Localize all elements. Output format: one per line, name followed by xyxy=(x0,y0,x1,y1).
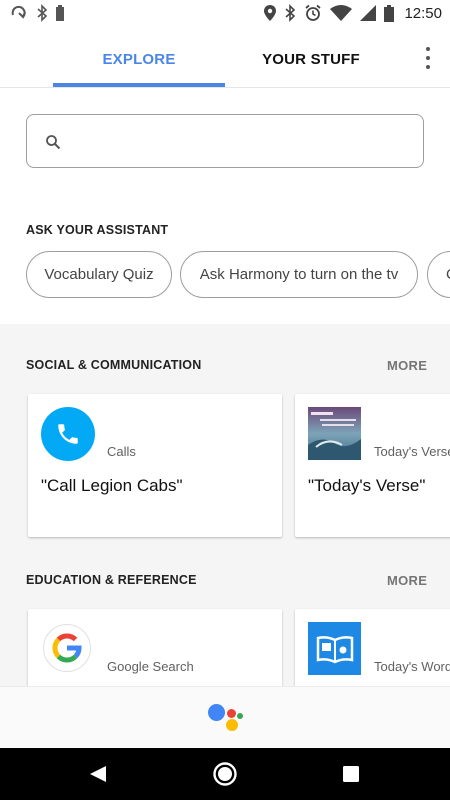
bluetooth-icon xyxy=(37,4,48,22)
card-title: "Today's Verse" xyxy=(308,476,426,495)
status-right-icons: 12:50 xyxy=(264,4,442,22)
card-title: "Call Legion Cabs" xyxy=(41,476,183,495)
wifi-icon xyxy=(330,5,353,21)
assistant-logo-icon[interactable] xyxy=(206,701,246,735)
active-tab-indicator xyxy=(53,83,225,87)
battery-icon xyxy=(384,4,395,22)
search-box[interactable] xyxy=(26,114,424,168)
recents-icon[interactable] xyxy=(343,766,359,782)
search-icon xyxy=(46,135,61,150)
more-education-link[interactable]: MORE xyxy=(387,573,427,588)
card-category: Calls xyxy=(107,444,136,459)
alarm-icon xyxy=(305,4,322,21)
location-icon xyxy=(264,5,277,21)
tab-explore[interactable]: EXPLORE xyxy=(53,30,225,88)
bluetooth-icon xyxy=(285,4,296,22)
chip-partial[interactable]: C xyxy=(427,251,450,298)
assistant-dot-green xyxy=(237,713,243,719)
status-bar: 12:50 xyxy=(0,0,450,30)
card-todays-verse[interactable]: Today's Verse "Today's Verse" xyxy=(295,394,450,537)
chip-vocabulary-quiz[interactable]: Vocabulary Quiz xyxy=(26,251,172,298)
explore-screen: 12:50 EXPLORE YOUR STUFF ASK YOUR ASSIST… xyxy=(0,0,450,800)
card-category: Today's Word xyxy=(374,659,450,674)
section-title-social: SOCIAL & COMMUNICATION xyxy=(26,358,202,372)
chip-ask-harmony[interactable]: Ask Harmony to turn on the tv xyxy=(180,251,418,298)
sync-icon xyxy=(11,5,26,19)
phone-icon xyxy=(41,407,95,461)
assistant-dot-yellow xyxy=(226,719,238,731)
google-logo-icon xyxy=(43,624,91,672)
search-input[interactable] xyxy=(73,127,403,155)
battery-small-icon xyxy=(56,5,64,21)
more-social-link[interactable]: MORE xyxy=(387,358,427,373)
card-call-legion-cabs[interactable]: Calls "Call Legion Cabs" xyxy=(28,394,282,537)
ask-assistant-title: ASK YOUR ASSISTANT xyxy=(26,223,169,237)
back-icon[interactable] xyxy=(89,765,107,783)
assistant-dot-blue xyxy=(208,704,225,721)
card-category: Google Search xyxy=(107,659,194,674)
signal-icon xyxy=(360,5,377,21)
tab-your-stuff[interactable]: YOUR STUFF xyxy=(225,30,397,88)
assistant-bar xyxy=(0,686,450,748)
tab-bar: EXPLORE YOUR STUFF xyxy=(0,30,450,88)
more-vert-icon[interactable] xyxy=(422,47,434,69)
section-title-education: EDUCATION & REFERENCE xyxy=(26,573,197,587)
assistant-dot-red xyxy=(227,709,236,718)
dictionary-book-icon xyxy=(308,622,361,675)
navigation-bar xyxy=(0,748,450,800)
explore-content: SOCIAL & COMMUNICATION MORE Calls "Call … xyxy=(0,324,450,699)
status-left-icons xyxy=(10,4,64,22)
card-category: Today's Verse xyxy=(374,444,450,459)
status-time: 12:50 xyxy=(404,4,442,22)
home-icon[interactable] xyxy=(212,761,238,787)
verse-thumbnail xyxy=(308,407,361,460)
